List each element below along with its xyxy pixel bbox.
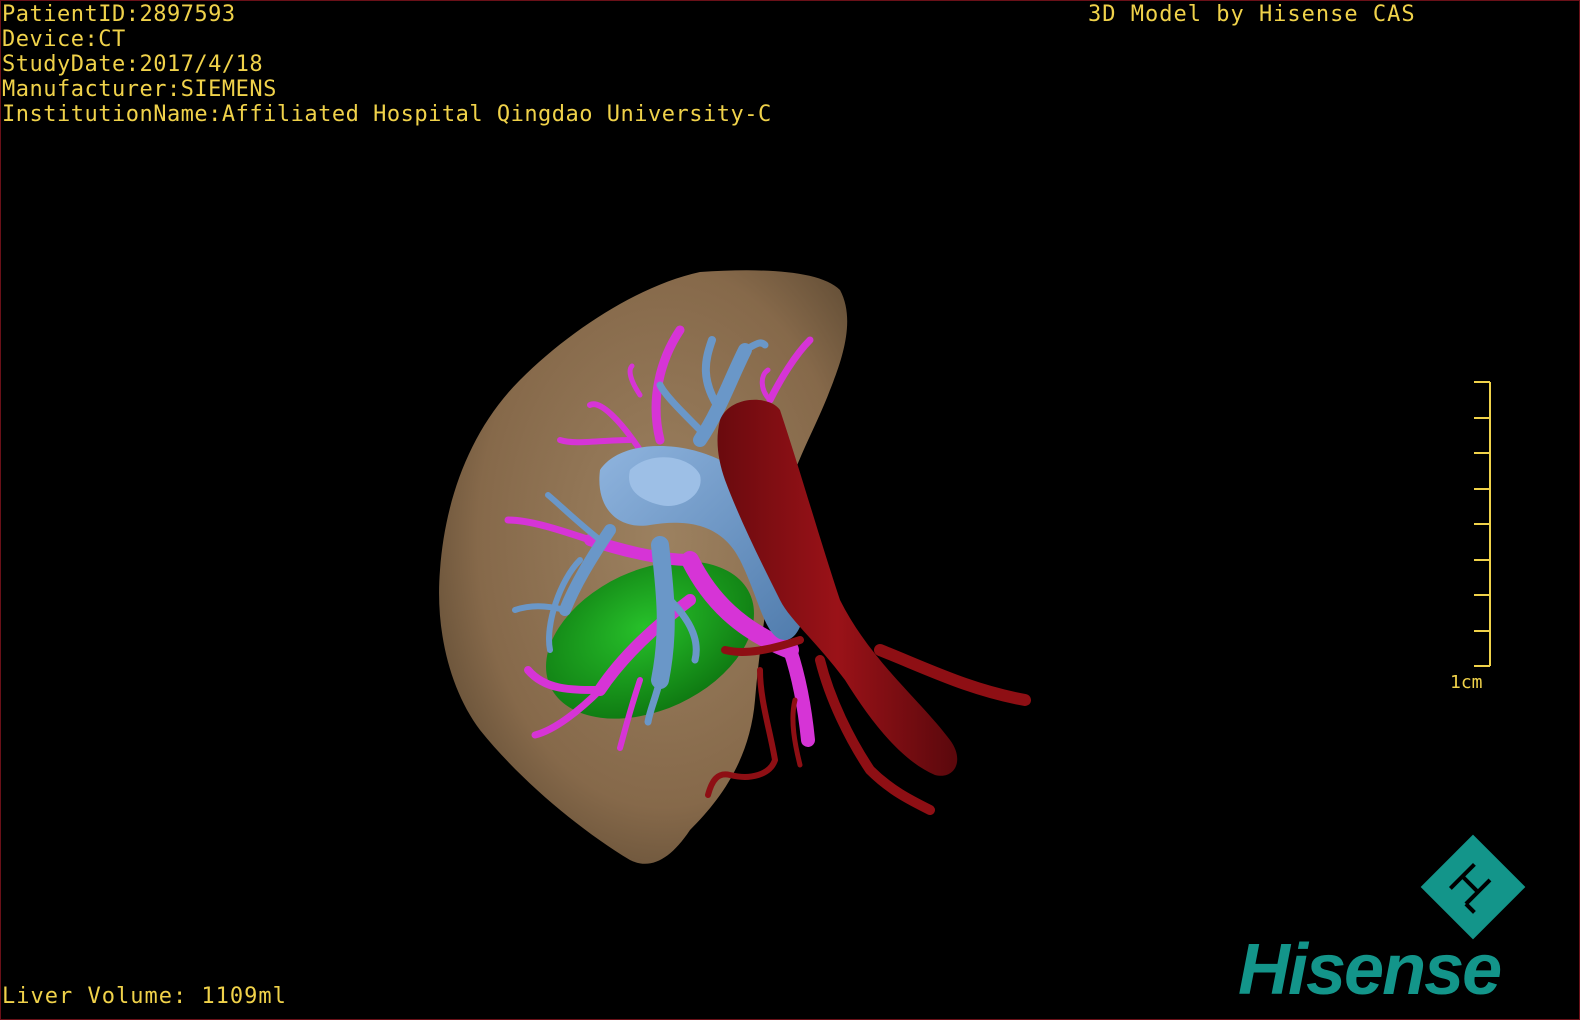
study-date-label: StudyDate:2017/4/18 [2,52,264,77]
dicom-info-overlay: PatientID:2897593 Device:CT StudyDate:20… [2,2,772,127]
manufacturer-label: Manufacturer:SIEMENS [2,77,277,102]
liver-volume-label: Liver Volume: 1109ml [2,984,287,1009]
patient-id-label: PatientID:2897593 [2,2,236,27]
scale-bar-label: 1cm [1450,672,1483,693]
device-label: Device:CT [2,27,126,52]
brand-caption: 3D Model by Hisense CAS [1088,2,1416,27]
hisense-logo-text: Hisense [1238,930,1502,1010]
hisense-logo-icon [1420,834,1526,940]
3d-model-viewport[interactable] [0,0,1580,1020]
scale-bar [1474,381,1491,667]
institution-label: InstitutionName:Affiliated Hospital Qing… [2,102,772,127]
